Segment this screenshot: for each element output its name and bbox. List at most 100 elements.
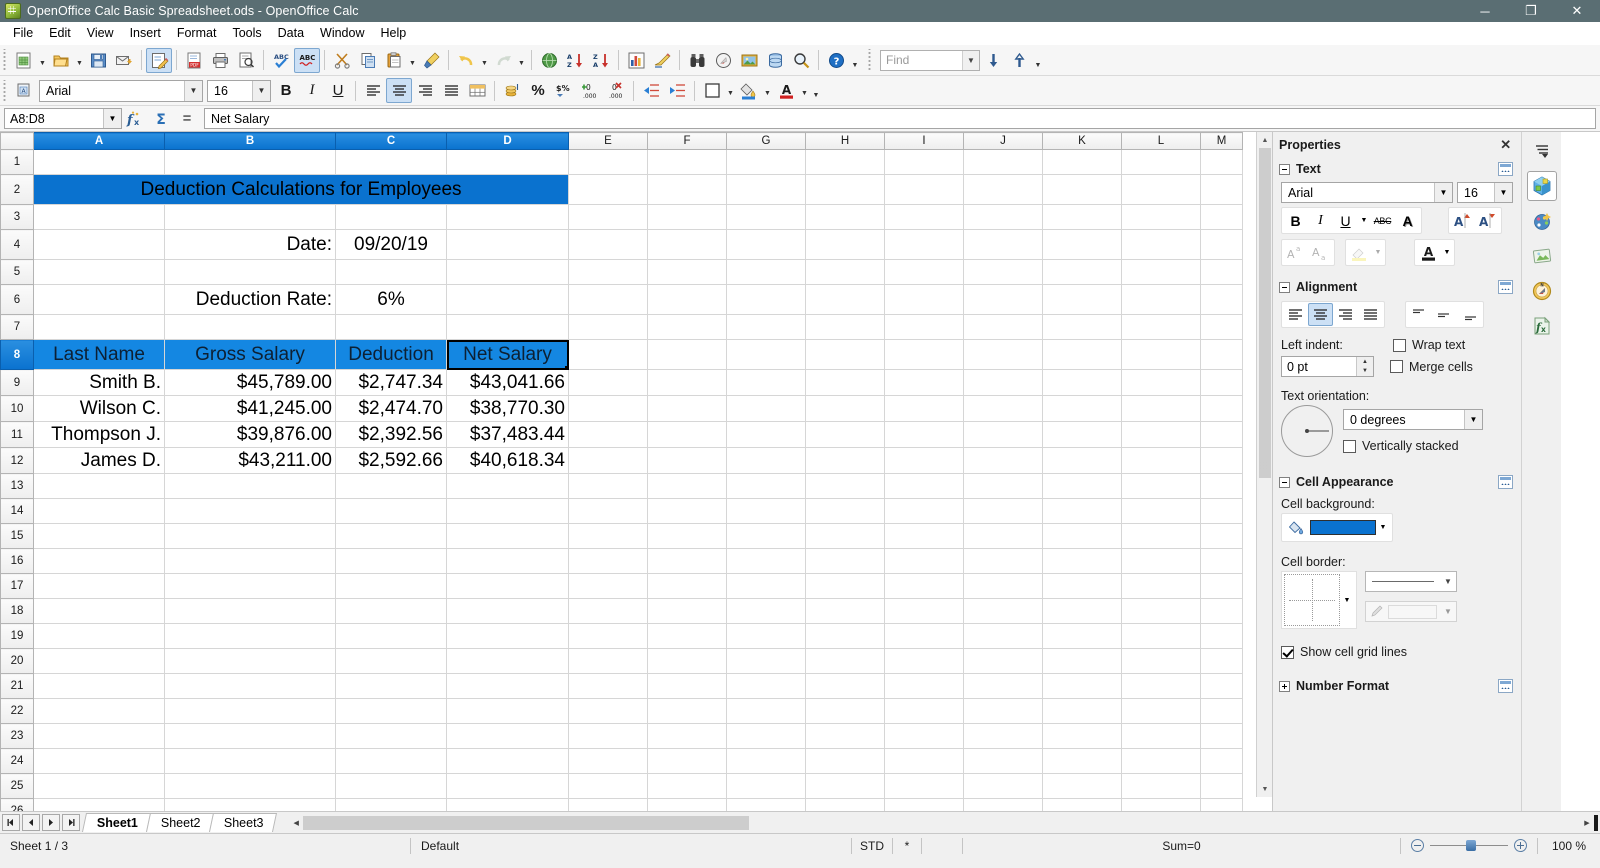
- cell-K17[interactable]: [1042, 573, 1122, 599]
- cell-I10[interactable]: [884, 395, 964, 422]
- find-dropdown-icon[interactable]: ▼: [962, 50, 979, 70]
- cell-B21[interactable]: [164, 673, 336, 699]
- new-doc-icon[interactable]: [11, 48, 37, 73]
- gallery-image-icon[interactable]: [736, 48, 762, 73]
- cell-I9[interactable]: [884, 369, 964, 396]
- align-right-icon[interactable]: [412, 78, 438, 103]
- cell-I16[interactable]: [884, 548, 964, 574]
- close-icon[interactable]: ✕: [1496, 137, 1515, 153]
- cell-G5[interactable]: [726, 259, 806, 285]
- cell-K7[interactable]: [1042, 314, 1122, 340]
- cell-B11[interactable]: $39,876.00: [164, 421, 336, 448]
- cell-I25[interactable]: [884, 773, 964, 799]
- cell-K15[interactable]: [1042, 523, 1122, 549]
- cell-L10[interactable]: [1121, 395, 1201, 422]
- cell-E20[interactable]: [568, 648, 648, 674]
- cell-H6[interactable]: [805, 284, 885, 315]
- row-header-12[interactable]: 12: [0, 447, 34, 474]
- sort-az-icon[interactable]: A Z: [562, 48, 588, 73]
- cell-A26[interactable]: [33, 798, 165, 811]
- cell-F9[interactable]: [647, 369, 727, 396]
- cell-I22[interactable]: [884, 698, 964, 724]
- cell-M7[interactable]: [1200, 314, 1243, 340]
- cell-M6[interactable]: [1200, 284, 1243, 315]
- cell-A13[interactable]: [33, 473, 165, 499]
- cell-F20[interactable]: [647, 648, 727, 674]
- horizontal-scrollbar[interactable]: ◀ ▶: [289, 815, 1594, 830]
- row-header-10[interactable]: 10: [0, 395, 34, 422]
- cell-E7[interactable]: [568, 314, 648, 340]
- horizontal-split-handle[interactable]: [1594, 814, 1598, 831]
- cell-H23[interactable]: [805, 723, 885, 749]
- cell-K12[interactable]: [1042, 447, 1122, 474]
- menu-insert[interactable]: Insert: [122, 23, 169, 43]
- left-indent-spin-buttons[interactable]: ▲ ▼: [1356, 357, 1373, 376]
- border-line-style-select[interactable]: ▼: [1365, 571, 1457, 592]
- border-pencil-icon[interactable]: [1366, 600, 1388, 623]
- cell-M21[interactable]: [1200, 673, 1243, 699]
- orientation-degrees-select[interactable]: 0 degrees ▼: [1343, 409, 1483, 430]
- cell-C3[interactable]: [335, 204, 447, 230]
- cell-D8[interactable]: Net Salary: [446, 339, 569, 370]
- font-size-combo[interactable]: 16 ▼: [207, 79, 271, 102]
- cell-H22[interactable]: [805, 698, 885, 724]
- cell-A15[interactable]: [33, 523, 165, 549]
- cell-F17[interactable]: [647, 573, 727, 599]
- show-grid-row[interactable]: Show cell grid lines: [1273, 633, 1521, 663]
- cell-A5[interactable]: [33, 259, 165, 285]
- cell-G18[interactable]: [726, 598, 806, 624]
- scissors-icon[interactable]: [329, 48, 355, 73]
- cell-M11[interactable]: [1200, 421, 1243, 448]
- cell-J22[interactable]: [963, 698, 1043, 724]
- cell-H26[interactable]: [805, 798, 885, 811]
- cell-A22[interactable]: [33, 698, 165, 724]
- edit-pencil-icon[interactable]: [146, 47, 172, 73]
- cell-A8[interactable]: Last Name: [33, 339, 165, 370]
- align-justify-icon[interactable]: [1358, 303, 1383, 326]
- select-all-corner[interactable]: [0, 132, 34, 150]
- equals-button[interactable]: =: [174, 108, 200, 130]
- cell-H19[interactable]: [805, 623, 885, 649]
- save-floppy-icon[interactable]: [85, 48, 111, 73]
- cell-F10[interactable]: [647, 395, 727, 422]
- cell-H8[interactable]: [805, 339, 885, 370]
- next-sheet-button[interactable]: [42, 814, 60, 831]
- cell-D11[interactable]: $37,483.44: [446, 421, 569, 448]
- cell-K14[interactable]: [1042, 498, 1122, 524]
- borders-icon[interactable]: [699, 78, 725, 103]
- cell-M14[interactable]: [1200, 498, 1243, 524]
- cell-G11[interactable]: [726, 421, 806, 448]
- menu-format[interactable]: Format: [169, 23, 225, 43]
- cell-A16[interactable]: [33, 548, 165, 574]
- border-line-color-dropdown-icon[interactable]: ▼: [1440, 602, 1456, 621]
- expand-number-format-icon[interactable]: [1279, 680, 1290, 692]
- row-header-8[interactable]: 8: [0, 339, 34, 370]
- cell-I3[interactable]: [884, 204, 964, 230]
- cell-D18[interactable]: [446, 598, 569, 624]
- cell-D22[interactable]: [446, 698, 569, 724]
- cell-D14[interactable]: [446, 498, 569, 524]
- cell-D6[interactable]: [446, 284, 569, 315]
- delete-decimal-icon[interactable]: 0 .000: [603, 78, 629, 103]
- cell-C12[interactable]: $2,592.66: [335, 447, 447, 474]
- row-header-2[interactable]: 2: [0, 174, 34, 205]
- cell-C5[interactable]: [335, 259, 447, 285]
- cell-I19[interactable]: [884, 623, 964, 649]
- underline-icon[interactable]: U: [325, 78, 351, 103]
- row-header-18[interactable]: 18: [0, 598, 34, 624]
- cell-E3[interactable]: [568, 204, 648, 230]
- magnifier-icon[interactable]: [788, 48, 814, 73]
- cell-I5[interactable]: [884, 259, 964, 285]
- cell-M4[interactable]: [1200, 229, 1243, 260]
- clipboard-paste-icon[interactable]: [381, 48, 407, 73]
- cell-I2[interactable]: [884, 174, 964, 205]
- cell-L18[interactable]: [1121, 598, 1201, 624]
- cell-J5[interactable]: [963, 259, 1043, 285]
- cell-I11[interactable]: [884, 421, 964, 448]
- cell-D12[interactable]: $40,618.34: [446, 447, 569, 474]
- sheet-tab-sheet1[interactable]: Sheet1: [81, 813, 152, 832]
- cell-F16[interactable]: [647, 548, 727, 574]
- cell-B13[interactable]: [164, 473, 336, 499]
- column-header-j[interactable]: J: [963, 132, 1043, 150]
- font-color-dropdown-icon[interactable]: ▼: [1441, 241, 1453, 264]
